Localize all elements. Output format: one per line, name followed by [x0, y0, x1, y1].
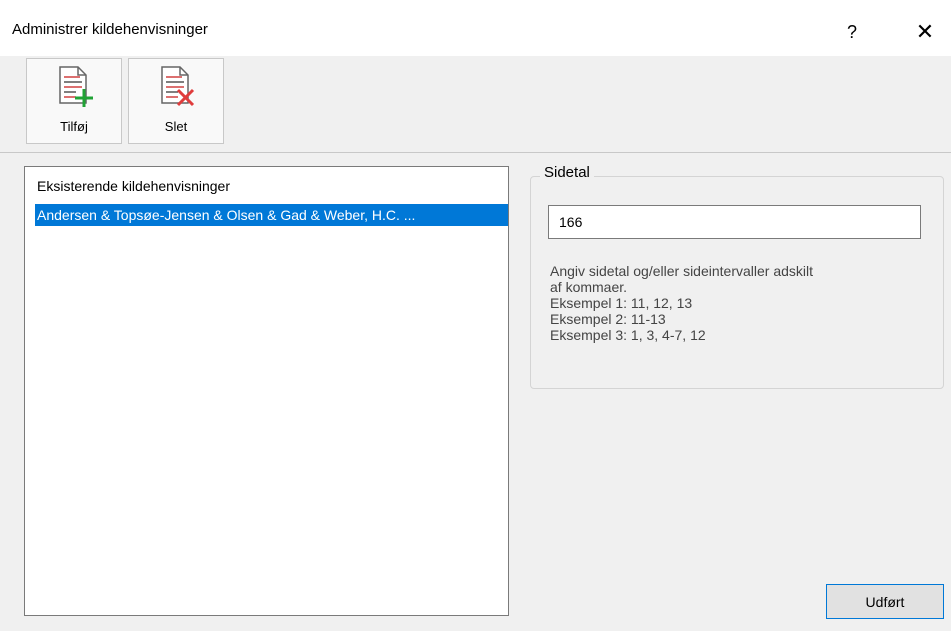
- window-title: Administrer kildehenvisninger: [12, 21, 208, 38]
- list-header: Eksisterende kildehenvisninger: [37, 178, 230, 194]
- page-number-legend: Sidetal: [540, 164, 594, 181]
- document-delete-icon: [161, 66, 195, 107]
- references-list[interactable]: Eksisterende kildehenvisninger Andersen …: [24, 166, 509, 616]
- done-button[interactable]: Udført: [826, 584, 944, 619]
- help-line: Eksempel 2: 11-13: [550, 311, 666, 327]
- help-line: Eksempel 1: 11, 12, 13: [550, 295, 693, 311]
- page-number-help: Angiv sidetal og/eller sideintervaller a…: [550, 263, 813, 343]
- toolbar: Tilføj Slet: [0, 56, 951, 150]
- document-add-icon: [59, 66, 93, 107]
- page-number-input[interactable]: [548, 205, 921, 239]
- toolbar-divider: [0, 152, 951, 153]
- delete-button[interactable]: Slet: [128, 58, 224, 144]
- close-button[interactable]: ✕: [905, 14, 945, 50]
- add-button[interactable]: Tilføj: [26, 58, 122, 144]
- list-item[interactable]: Andersen & Topsøe-Jensen & Olsen & Gad &…: [35, 204, 508, 226]
- help-line: Angiv sidetal og/eller sideintervaller a…: [550, 263, 814, 279]
- title-bar: Administrer kildehenvisninger ? ✕: [0, 0, 951, 56]
- delete-button-label: Slet: [164, 119, 188, 134]
- help-line: Eksempel 3: 1, 3, 4-7, 12: [550, 327, 706, 343]
- help-line: af kommaer.: [550, 279, 628, 295]
- help-button[interactable]: ?: [832, 14, 872, 50]
- add-button-label: Tilføj: [60, 119, 88, 134]
